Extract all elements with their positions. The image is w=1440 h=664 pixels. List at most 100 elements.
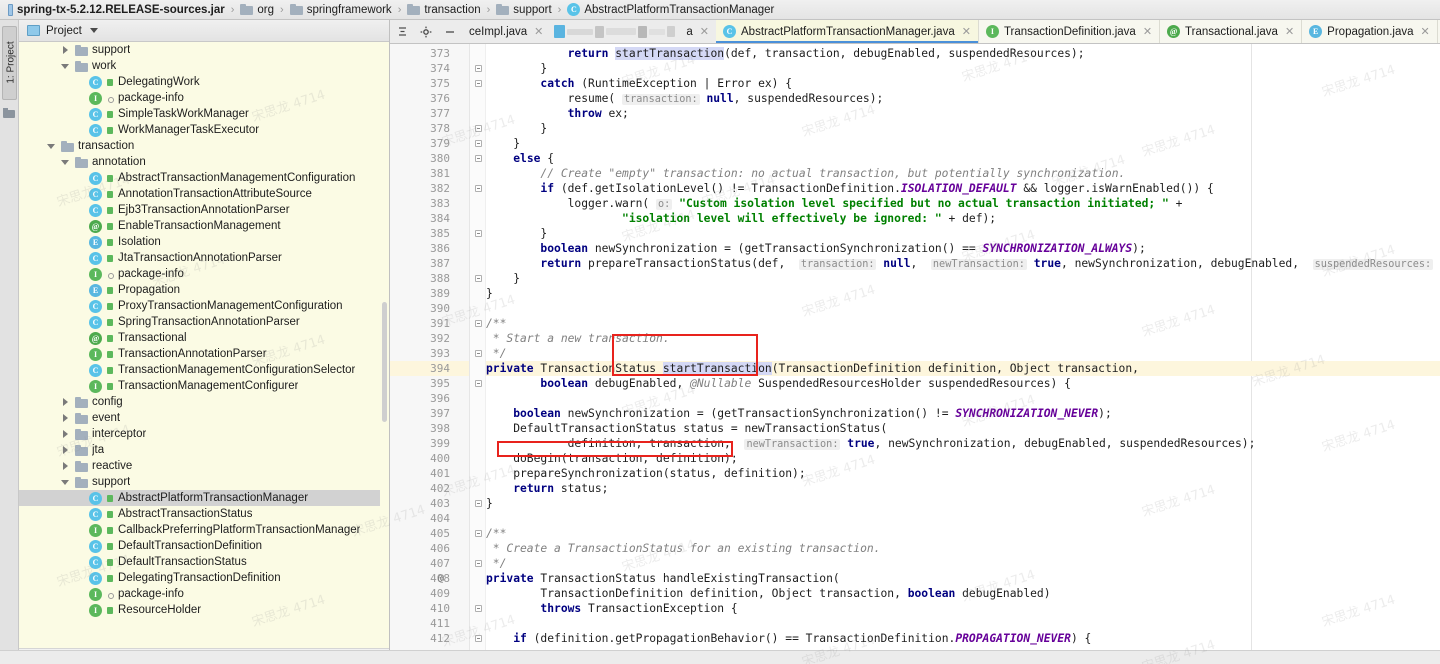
tree-row[interactable]: C TransactionManagementConfigurationSelec… <box>19 362 389 378</box>
code-fold-icon[interactable] <box>475 275 482 282</box>
tree-row[interactable]: interceptor <box>19 426 389 442</box>
iface-icon: I <box>89 267 102 281</box>
tree-row[interactable]: support <box>19 42 389 58</box>
tree-row[interactable]: C Ejb3TransactionAnnotationParser <box>19 202 389 218</box>
code-fold-icon[interactable] <box>475 140 482 147</box>
tree-row[interactable]: I TransactionManagementConfigurer <box>19 378 389 394</box>
tree-row[interactable]: @ Transactional <box>19 330 389 346</box>
tree-row[interactable]: C DelegatingTransactionDefinition <box>19 570 389 586</box>
editor-tab[interactable]: I TransactionDefinition.java ✕ <box>978 20 1161 43</box>
collapse-all-icon[interactable] <box>390 20 414 43</box>
editor-gutter[interactable]: 373 374 375 376 377 378 379 380 381 382 383 384 385 3… <box>390 44 470 650</box>
close-icon[interactable]: ✕ <box>962 25 971 38</box>
editor-tabs-obscured[interactable] <box>550 20 679 43</box>
editor-fold-column[interactable] <box>470 44 486 650</box>
tree-row[interactable]: C SimpleTaskWorkManager <box>19 106 389 122</box>
tree-row[interactable]: C DefaultTransactionDefinition <box>19 538 389 554</box>
expand-arrow-icon[interactable] <box>61 445 71 455</box>
close-icon[interactable]: ✕ <box>534 25 543 38</box>
breadcrumb-item-3[interactable]: transaction <box>407 4 481 16</box>
code-fold-icon[interactable] <box>475 530 482 537</box>
tree-row[interactable]: C DefaultTransactionStatus <box>19 554 389 570</box>
breadcrumb-item-2[interactable]: springframework <box>289 4 392 16</box>
expand-arrow-icon[interactable] <box>61 413 71 423</box>
code-fold-icon[interactable] <box>475 380 482 387</box>
chevron-down-icon[interactable] <box>89 28 98 33</box>
tree-row[interactable]: reactive <box>19 458 389 474</box>
tree-row[interactable]: C AbstractTransactionStatus <box>19 506 389 522</box>
editor-tab-obscured-label[interactable]: a ✕ <box>679 20 717 43</box>
collapse-arrow-icon[interactable] <box>61 157 71 167</box>
expand-arrow-icon[interactable] <box>61 45 71 55</box>
code-editor[interactable]: 373 374 375 376 377 378 379 380 381 382 383 384 385 3… <box>390 44 1440 650</box>
expand-arrow-icon[interactable] <box>61 397 71 407</box>
close-icon[interactable]: ✕ <box>700 25 709 38</box>
editor-tab[interactable]: @ Transactional.java ✕ <box>1160 20 1303 43</box>
expand-arrow-icon[interactable] <box>61 429 71 439</box>
tree-row[interactable]: C DelegatingWork <box>19 74 389 90</box>
close-icon[interactable]: ✕ <box>1420 25 1429 38</box>
editor-tab-active[interactable]: C AbstractPlatformTransactionManager.java… <box>716 20 979 43</box>
tree-row-selected[interactable]: C AbstractPlatformTransactionManager <box>19 490 389 506</box>
project-folder-icon[interactable] <box>3 108 15 118</box>
editor-tab[interactable]: E Propagation.java ✕ <box>1302 20 1438 43</box>
tree-row[interactable]: C WorkManagerTaskExecutor <box>19 122 389 138</box>
code-fold-icon[interactable] <box>475 80 482 87</box>
tree-row[interactable]: Ipackage-info <box>19 266 389 282</box>
collapse-arrow-icon[interactable] <box>61 477 71 487</box>
code-fold-icon[interactable] <box>475 230 482 237</box>
minimize-icon[interactable] <box>438 20 462 43</box>
collapse-arrow-icon[interactable] <box>47 141 57 151</box>
tree-row[interactable]: event <box>19 410 389 426</box>
tree-row[interactable]: C JtaTransactionAnnotationParser <box>19 250 389 266</box>
tree-row[interactable]: support <box>19 474 389 490</box>
collapse-arrow-icon[interactable] <box>61 61 71 71</box>
code-fold-icon[interactable] <box>475 155 482 162</box>
tree-row[interactable]: transaction <box>19 138 389 154</box>
tree-row[interactable]: I CallbackPreferringPlatformTransactionMa… <box>19 522 389 538</box>
code-fold-icon[interactable] <box>475 605 482 612</box>
code-fold-icon[interactable] <box>475 185 482 192</box>
tree-row[interactable]: E Isolation <box>19 234 389 250</box>
tree-row[interactable]: annotation <box>19 154 389 170</box>
tree-row[interactable]: I ResourceHolder <box>19 602 389 618</box>
tree-row[interactable]: Ipackage-info <box>19 90 389 106</box>
tree-row[interactable]: work <box>19 58 389 74</box>
tree-row[interactable]: jta <box>19 442 389 458</box>
expand-arrow-icon[interactable] <box>61 461 71 471</box>
tree-row[interactable]: C SpringTransactionAnnotationParser <box>19 314 389 330</box>
code-fold-icon[interactable] <box>475 65 482 72</box>
breadcrumb-item-1[interactable]: org <box>240 4 274 16</box>
breadcrumb-item-0[interactable]: spring-tx-5.2.12.RELEASE-sources.jar <box>8 3 225 16</box>
tree-row[interactable]: Ipackage-info <box>19 586 389 602</box>
code-fold-icon[interactable] <box>475 635 482 642</box>
code-fold-icon[interactable] <box>475 125 482 132</box>
code-fold-icon[interactable] <box>475 560 482 567</box>
close-icon[interactable]: ✕ <box>1143 25 1152 38</box>
code-text-area[interactable]: return startTransaction(def, transaction… <box>486 44 1440 650</box>
tree-row[interactable]: C AnnotationTransactionAttributeSource <box>19 186 389 202</box>
tree-row[interactable]: C AbstractTransactionManagementConfigurat… <box>19 170 389 186</box>
tree-row[interactable]: C ProxyTransactionManagementConfiguration <box>19 298 389 314</box>
tool-window-button-project[interactable]: 1: Project <box>2 26 17 100</box>
tree-row[interactable]: I TransactionAnnotationParser <box>19 346 389 362</box>
code-fold-icon[interactable] <box>475 320 482 327</box>
tree-row[interactable]: @ EnableTransactionManagement <box>19 218 389 234</box>
code-fold-icon[interactable] <box>475 350 482 357</box>
project-tree[interactable]: support work C DelegatingWork Ipackage-info C… <box>19 42 389 648</box>
annotation-gutter-marker[interactable]: @ <box>438 571 444 586</box>
close-icon[interactable]: ✕ <box>1285 25 1294 38</box>
breadcrumb-item-4[interactable]: support <box>496 4 552 16</box>
project-tree-scrollbar-vertical[interactable] <box>380 42 389 648</box>
tree-row[interactable]: E Propagation <box>19 282 389 298</box>
code-fold-icon[interactable] <box>475 500 482 507</box>
code-token: + def); <box>941 212 997 225</box>
breadcrumb-item-5[interactable]: C AbstractPlatformTransactionManager <box>567 3 774 16</box>
editor-tab-partial[interactable]: ceImpl.java ✕ <box>462 20 551 43</box>
line-number: 384 <box>430 212 450 225</box>
tree-row[interactable]: config <box>19 394 389 410</box>
gear-icon[interactable] <box>414 20 438 43</box>
